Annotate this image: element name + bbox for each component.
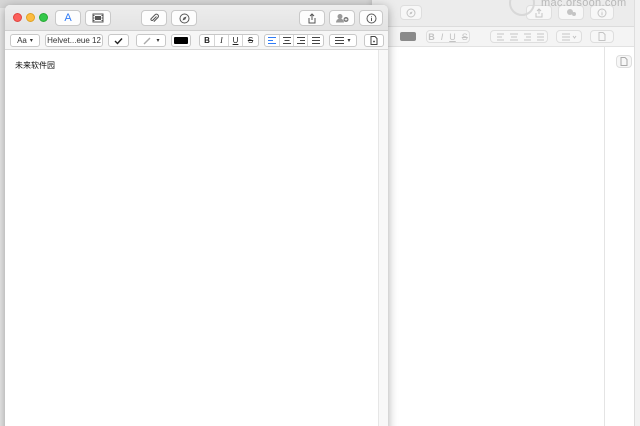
text-color-swatch: [400, 32, 416, 41]
background-window[interactable]: BIUS: [372, 0, 634, 426]
bold-button[interactable]: B: [200, 35, 215, 46]
text-color-swatch: [174, 37, 188, 44]
page-edge: [378, 50, 388, 426]
format-bar: Aa ▾ Helvet...eue 12 ▾ B I U S ▾: [5, 31, 388, 50]
background-window-format-bar: BIUS: [372, 27, 634, 47]
chevron-down-icon: ▾: [347, 38, 351, 44]
style-popup[interactable]: Aa ▾: [10, 34, 40, 47]
alignment-segment: [264, 34, 324, 47]
document-icon: [616, 55, 632, 68]
format-button[interactable]: A: [55, 10, 81, 26]
list-popup[interactable]: ▾: [329, 34, 357, 47]
text-style-segment: B I U S: [199, 34, 259, 47]
align-left-button[interactable]: [265, 35, 280, 46]
film-icon: [92, 13, 104, 23]
underline-button[interactable]: U: [229, 35, 243, 46]
highlight-popup[interactable]: ▾: [136, 34, 166, 47]
document-body[interactable]: 未来软件园: [5, 50, 388, 426]
paperclip-icon: [150, 13, 159, 22]
share-button[interactable]: [299, 10, 325, 26]
font-label: Helvet...eue 12: [47, 36, 101, 45]
list-icon: [556, 30, 582, 43]
highlighter-icon: [143, 37, 151, 44]
align-left-icon: [268, 37, 276, 44]
zoom-button[interactable]: [39, 13, 48, 22]
font-popup[interactable]: Helvet...eue 12: [45, 34, 103, 47]
format-icon: A: [64, 12, 72, 24]
align-right-button[interactable]: [294, 35, 308, 46]
main-window[interactable]: A Aa ▾ Helvet...eue 12 ▾ B I U S ▾ 未来软件园: [5, 5, 388, 426]
document-icon: [590, 30, 614, 43]
info-button[interactable]: [359, 10, 383, 26]
attach-button[interactable]: [141, 10, 167, 26]
list-icon: [335, 37, 345, 44]
page-setup-button[interactable]: [364, 34, 384, 47]
close-button[interactable]: [13, 13, 22, 22]
justify-button[interactable]: [308, 35, 323, 46]
document-icon: [370, 36, 378, 45]
strikethrough-button[interactable]: S: [243, 35, 258, 46]
alignment-buttons-ghost: [490, 30, 548, 43]
document-text[interactable]: 未来软件园: [15, 60, 55, 71]
style-buttons-ghost: BIUS: [426, 30, 470, 43]
photo-browser-button[interactable]: [85, 10, 111, 26]
chevron-down-icon: ▾: [156, 38, 160, 44]
markup-button[interactable]: [171, 10, 197, 26]
watermark-text: mac.orsoon.com: [541, 0, 627, 9]
people-icon: [336, 14, 349, 23]
minimize-button[interactable]: [26, 13, 35, 22]
title-bar: A: [5, 5, 388, 31]
share-icon: [308, 12, 316, 23]
align-center-button[interactable]: [280, 35, 294, 46]
compass-icon: [400, 5, 422, 20]
add-people-button[interactable]: [329, 10, 355, 26]
page-edge: [604, 47, 605, 426]
justify-icon: [311, 37, 320, 44]
italic-button[interactable]: I: [215, 35, 229, 46]
align-right-icon: [296, 37, 305, 44]
edge-window: [634, 0, 640, 426]
align-center-icon: [282, 37, 291, 44]
chevron-down-icon: ▾: [29, 38, 33, 44]
text-color-button[interactable]: [171, 34, 191, 47]
style-label: Aa: [17, 36, 27, 45]
checkmark-icon: [114, 37, 123, 45]
compass-icon: [179, 13, 189, 23]
checklist-button[interactable]: [108, 34, 129, 47]
info-icon: [366, 13, 376, 23]
